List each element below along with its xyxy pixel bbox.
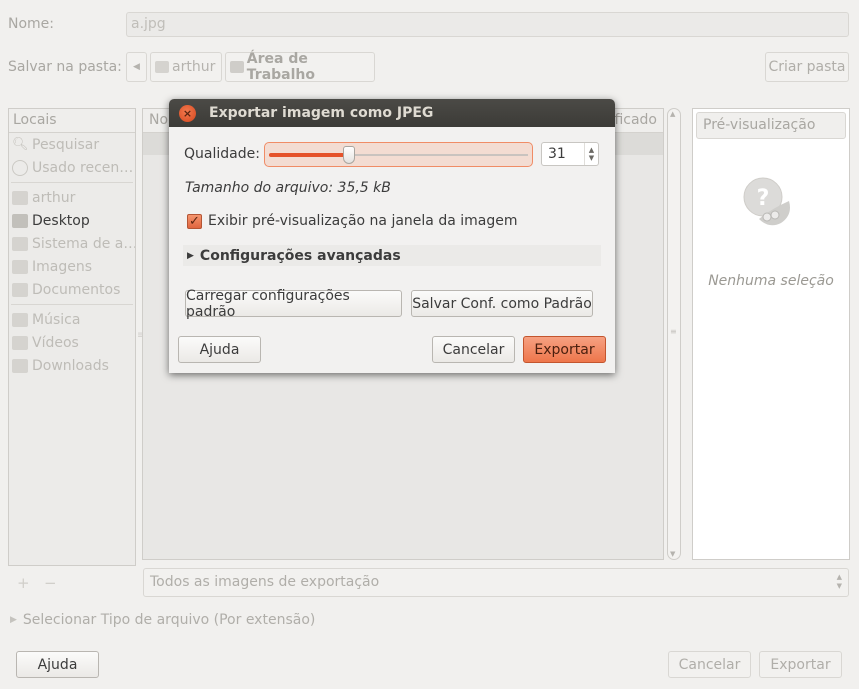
path-button-label: Área de Trabalho	[246, 51, 315, 83]
filename-input[interactable]: a.jpg	[126, 12, 849, 37]
search-icon: 🔍︎	[12, 137, 29, 152]
pictures-folder-icon	[12, 259, 28, 274]
preview-empty-text: Nenhuma seleção	[708, 273, 834, 289]
expander-arrow-icon: ▶	[10, 615, 17, 625]
advanced-settings-label: Configurações avançadas	[199, 247, 401, 264]
path-button-home[interactable]: arthur	[150, 52, 222, 82]
drive-icon	[12, 236, 28, 251]
places-header: Locais	[9, 109, 135, 133]
sidebar-item-home[interactable]: arthur	[9, 186, 135, 209]
sidebar-item-label: Pesquisar	[32, 136, 100, 153]
file-size-text: Tamanho do arquivo: 35,5 kB	[185, 180, 391, 196]
videos-folder-icon	[12, 335, 28, 350]
remove-bookmark-button[interactable]: −	[44, 574, 57, 592]
sidebar-item-label: Usado recen…	[32, 159, 134, 176]
preview-checkbox[interactable]: ✓	[187, 213, 202, 229]
places-sidebar: Locais 🔍︎ Pesquisar Usado recen… arthur …	[8, 108, 136, 566]
left-arrow-icon: ◀	[133, 62, 140, 72]
separator	[11, 304, 133, 305]
quality-spinbutton[interactable]: 31 ▲ ▼	[541, 142, 599, 166]
preview-header: Pré-visualização	[696, 112, 846, 139]
scroll-down-icon[interactable]: ▼	[670, 550, 675, 558]
advanced-settings-expander[interactable]: ▶ Configurações avançadas	[183, 245, 601, 266]
sidebar-item-label: Downloads	[32, 357, 109, 374]
close-button[interactable]: ×	[179, 104, 196, 122]
slider-thumb[interactable]	[343, 146, 356, 164]
dialog-title: Exportar imagem como JPEG	[209, 105, 434, 121]
desktop-folder-icon	[230, 61, 244, 73]
preview-checkbox-row[interactable]: ✓ Exibir pré-visualização na janela da i…	[187, 213, 517, 229]
sidebar-item-downloads[interactable]: Downloads	[9, 354, 135, 377]
music-folder-icon	[12, 312, 28, 327]
home-folder-icon	[12, 190, 28, 205]
sidebar-item-search[interactable]: 🔍︎ Pesquisar	[9, 133, 135, 156]
spin-down-icon[interactable]: ▼	[589, 154, 594, 162]
sidebar-item-pictures[interactable]: Imagens	[9, 255, 135, 278]
home-folder-icon	[155, 61, 169, 73]
combo-arrows-icon: ▲ ▼	[836, 573, 842, 590]
sidebar-item-label: arthur	[32, 189, 76, 206]
sidebar-item-label: Imagens	[32, 258, 93, 275]
path-button-label: arthur	[172, 59, 216, 75]
jpeg-export-dialog: × Exportar imagem como JPEG Qualidade: 3…	[169, 99, 615, 373]
preview-checkbox-label: Exibir pré-visualização na janela da ima…	[208, 213, 518, 229]
save-defaults-button[interactable]: Salvar Conf. como Padrão	[411, 290, 593, 317]
file-type-expander-label: Selecionar Tipo de arquivo (Por extensão…	[22, 612, 316, 628]
spin-arrows[interactable]: ▲ ▼	[584, 143, 598, 165]
add-bookmark-button[interactable]: +	[17, 574, 30, 592]
svg-text:?: ?	[757, 186, 770, 211]
dialog-export-button[interactable]: Exportar	[523, 336, 606, 363]
file-filter-combo[interactable]: Todos as imagens de exportação ▲ ▼	[143, 568, 849, 597]
quality-value[interactable]: 31	[542, 146, 584, 162]
preview-panel: Pré-visualização ? Nenhuma seleção	[692, 108, 850, 560]
separator	[11, 182, 133, 183]
sidebar-item-label: Documentos	[32, 281, 121, 298]
spin-up-icon[interactable]: ▲	[589, 146, 594, 154]
sidebar-item-music[interactable]: Música	[9, 308, 135, 331]
name-label: Nome:	[8, 16, 55, 32]
close-icon: ×	[182, 106, 193, 120]
folder-label: Salvar na pasta:	[8, 59, 122, 75]
path-back-button[interactable]: ◀	[126, 52, 147, 82]
sidebar-item-label: Sistema de a…	[32, 235, 135, 252]
sidebar-item-filesystem[interactable]: Sistema de a…	[9, 232, 135, 255]
column-header-modified[interactable]: ficado	[614, 112, 657, 129]
recent-icon	[12, 159, 28, 176]
file-list-scrollbar[interactable]: ▲ ≡ ▼	[667, 108, 681, 560]
create-folder-button[interactable]: Criar pasta	[765, 52, 849, 82]
scroll-up-icon[interactable]: ▲	[670, 110, 675, 118]
expander-arrow-icon: ▶	[187, 250, 194, 261]
sidebar-item-documents[interactable]: Documentos	[9, 278, 135, 301]
path-button-desktop[interactable]: Área de Trabalho	[225, 51, 375, 83]
dialog-cancel-button[interactable]: Cancelar	[432, 336, 515, 363]
help-button[interactable]: Ajuda	[16, 651, 99, 678]
checkmark-icon: ✓	[189, 213, 200, 229]
file-filter-value: Todos as imagens de exportação	[150, 574, 380, 590]
sidebar-item-label: Música	[32, 311, 81, 328]
export-button[interactable]: Exportar	[759, 651, 842, 678]
dialog-help-button[interactable]: Ajuda	[178, 336, 261, 363]
cancel-button[interactable]: Cancelar	[668, 651, 751, 678]
file-type-expander[interactable]: ▶ Selecionar Tipo de arquivo (Por extens…	[10, 612, 315, 628]
sidebar-item-videos[interactable]: Vídeos	[9, 331, 135, 354]
dialog-titlebar[interactable]: × Exportar imagem como JPEG	[169, 99, 615, 127]
sidebar-item-label: Vídeos	[32, 334, 79, 351]
load-defaults-button[interactable]: Carregar configurações padrão	[185, 288, 402, 320]
scroll-grip-icon: ≡	[670, 327, 677, 336]
quality-slider[interactable]	[264, 142, 533, 167]
sidebar-item-label: Desktop	[32, 212, 90, 229]
quality-label: Qualidade:	[184, 146, 260, 162]
desktop-icon	[12, 213, 28, 228]
slider-fill	[269, 153, 350, 157]
gimp-question-icon: ?	[743, 177, 790, 226]
sidebar-item-recent[interactable]: Usado recen…	[9, 156, 135, 179]
sidebar-item-desktop[interactable]: Desktop	[9, 209, 135, 232]
column-header-name[interactable]: No	[149, 112, 168, 129]
downloads-folder-icon	[12, 358, 28, 373]
documents-folder-icon	[12, 282, 28, 297]
